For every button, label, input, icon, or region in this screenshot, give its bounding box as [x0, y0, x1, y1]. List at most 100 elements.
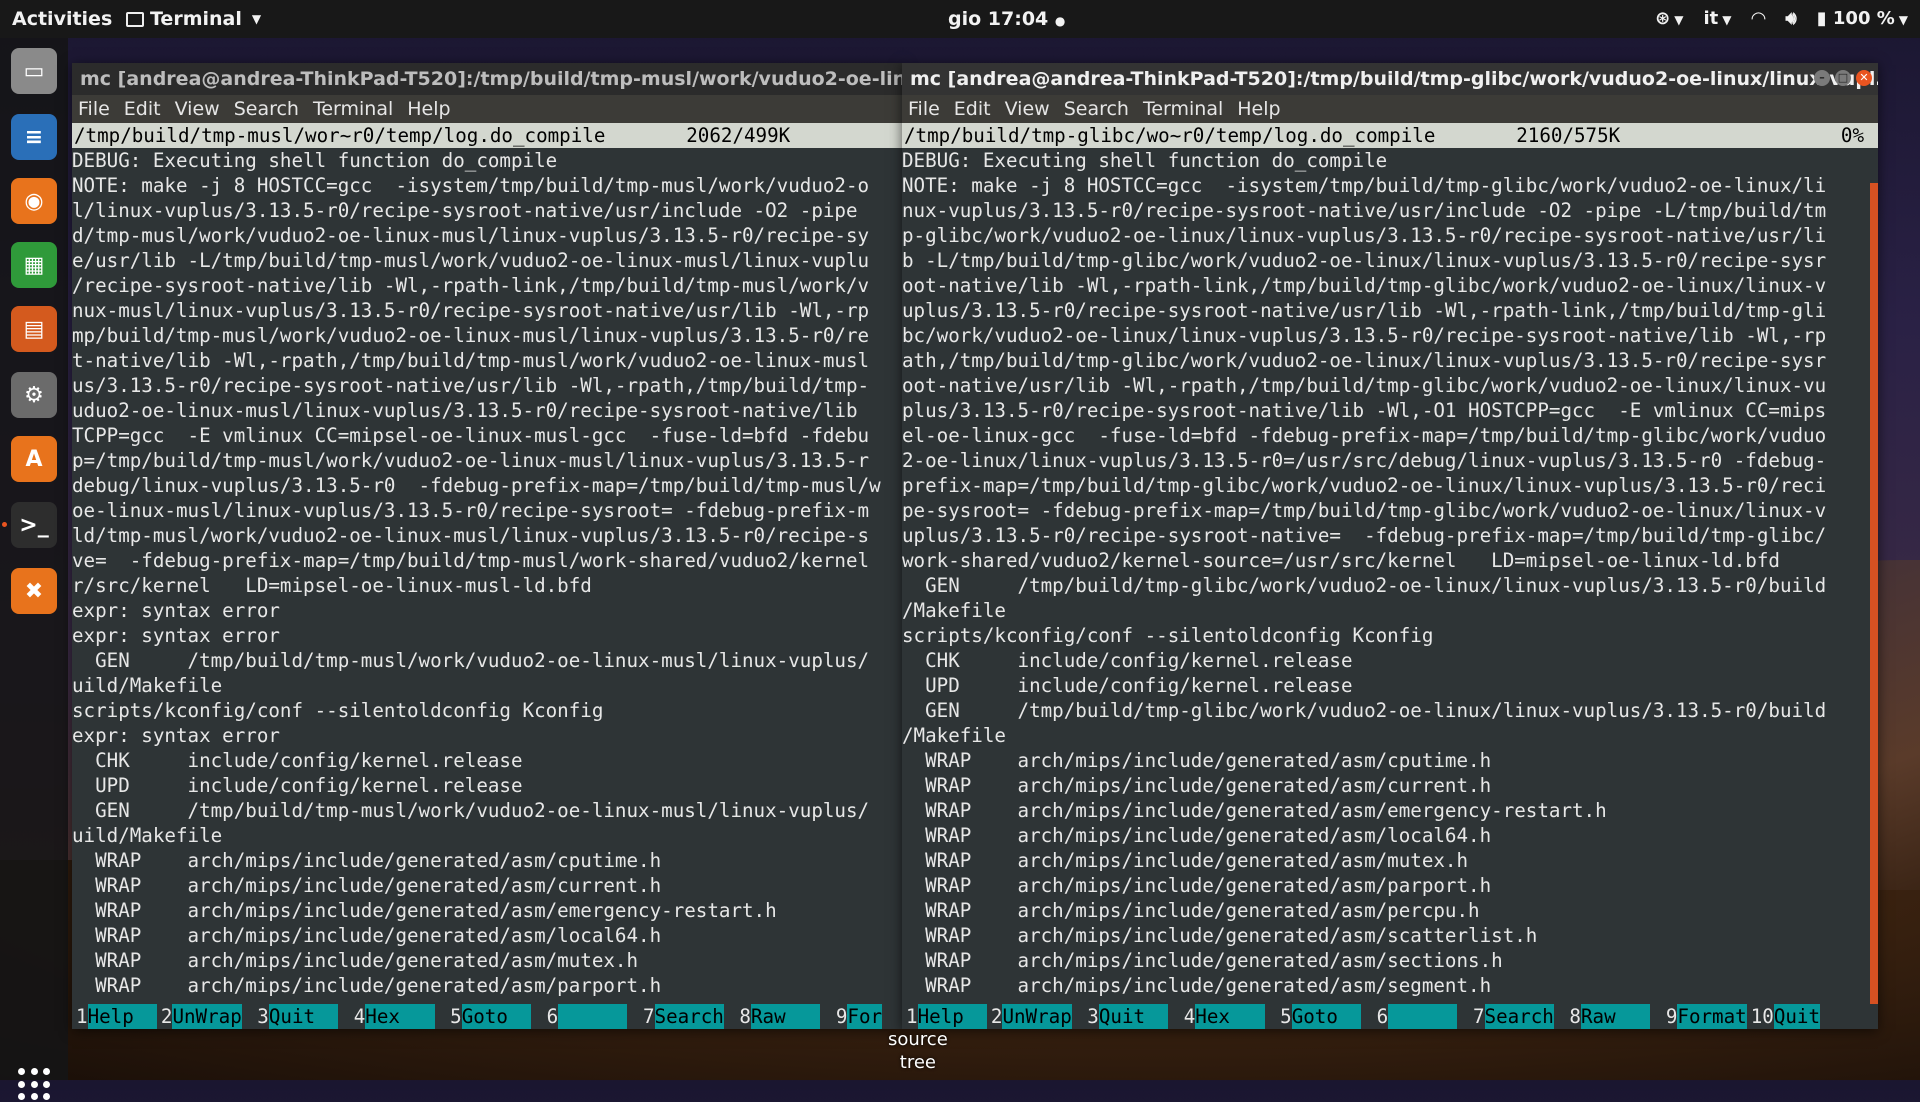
- log-line: WRAP arch/mips/include/generated/asm/mut…: [72, 949, 639, 972]
- top-bar: Activities Terminal ▼ gio 17:04 ● ⊛ ▼ it ▼…: [0, 0, 1920, 38]
- function-key-number: 5: [1268, 1005, 1292, 1028]
- function-key[interactable]: 5 Goto: [435, 1004, 532, 1029]
- function-key[interactable]: 7 Search: [627, 1004, 724, 1029]
- log-line: plus/3.13.5-r0/recipe-sysroot-native/lib…: [902, 399, 1827, 422]
- log-line: scripts/kconfig/conf --silentoldconfig K…: [72, 699, 604, 722]
- function-key[interactable]: 2 UnWrap: [987, 1004, 1072, 1029]
- log-line: WRAP arch/mips/include/generated/asm/per…: [902, 899, 1480, 922]
- close-icon[interactable]: ✕: [1856, 70, 1872, 86]
- terminal-window-right[interactable]: mc [andrea@andrea-ThinkPad-T520]:/tmp/bu…: [902, 63, 1878, 1029]
- window-title[interactable]: mc [andrea@andrea-ThinkPad-T520]:/tmp/bu…: [902, 63, 1878, 95]
- menu-item[interactable]: View: [175, 95, 220, 123]
- function-key[interactable]: 6: [1361, 1004, 1458, 1029]
- software-app-icon[interactable]: A: [11, 436, 57, 482]
- log-line: uild/Makefile: [72, 674, 223, 697]
- function-key[interactable]: 3 Quit: [242, 1004, 339, 1029]
- function-key-label: Quit: [1098, 1004, 1169, 1029]
- status-text: /tmp/build/tmp-musl/wor~r0/temp/log.do_c…: [74, 124, 791, 147]
- function-key-label: Search: [654, 1004, 724, 1029]
- terminal-area[interactable]: /tmp/build/tmp-glibc/wo~r0/temp/log.do_c…: [902, 123, 1878, 1029]
- function-key[interactable]: 8 Raw: [1554, 1004, 1651, 1029]
- window-title[interactable]: mc [andrea@andrea-ThinkPad-T520]:/tmp/bu…: [72, 63, 904, 95]
- minimize-icon[interactable]: –: [1814, 70, 1830, 86]
- log-line: WRAP arch/mips/include/generated/asm/cpu…: [902, 749, 1492, 772]
- log-line: WRAP arch/mips/include/generated/asm/sca…: [902, 924, 1538, 947]
- maximize-icon[interactable]: □: [1835, 70, 1851, 86]
- menu-item[interactable]: Terminal: [1143, 95, 1223, 123]
- menu-item[interactable]: Edit: [954, 95, 991, 123]
- log-line: /recipe-sysroot-native/lib -Wl,-rpath-li…: [72, 274, 870, 297]
- terminal-window-left[interactable]: mc [andrea@andrea-ThinkPad-T520]:/tmp/bu…: [72, 63, 904, 1029]
- system-tray[interactable]: ⊛ ▼ it ▼ ◠ 🔊︎ ▮ 100 % ▼: [1655, 8, 1908, 29]
- volume-icon[interactable]: 🔊︎: [1785, 8, 1796, 29]
- clock[interactable]: gio 17:04 ●: [948, 8, 1065, 30]
- menu-item[interactable]: Help: [1237, 95, 1280, 123]
- menu-item[interactable]: Edit: [124, 95, 161, 123]
- activities-button[interactable]: Activities: [12, 8, 112, 30]
- function-key-label: Raw: [750, 1004, 821, 1029]
- function-key[interactable]: 2 UnWrap: [157, 1004, 242, 1029]
- menu-bar: File Edit View Search Terminal Help: [902, 95, 1878, 123]
- function-key-number: 9: [1654, 1005, 1678, 1028]
- function-key-number: 8: [727, 1005, 751, 1028]
- show-applications-icon[interactable]: [18, 1068, 52, 1102]
- writer-app-icon[interactable]: ≡: [11, 114, 57, 160]
- language-label: it: [1703, 8, 1719, 29]
- log-line: d/tmp-musl/work/vuduo2-oe-linux-musl/lin…: [72, 224, 870, 247]
- tooltip-line: source: [888, 1029, 948, 1050]
- log-line: oot-native/lib -Wl,-rpath-link,/tmp/buil…: [902, 274, 1827, 297]
- battery-indicator[interactable]: ▮ 100 % ▼: [1817, 8, 1908, 29]
- wifi-icon[interactable]: ◠: [1752, 8, 1766, 29]
- log-line: expr: syntax error: [72, 624, 280, 647]
- function-key-label: Raw: [1580, 1004, 1651, 1029]
- log-line: NOTE: make -j 8 HOSTCC=gcc -isystem/tmp/…: [72, 174, 870, 197]
- function-key-label: Hex: [1195, 1004, 1265, 1029]
- function-key[interactable]: 3 Quit: [1072, 1004, 1169, 1029]
- function-key[interactable]: 1 Help: [902, 1004, 987, 1029]
- language-indicator[interactable]: it ▼: [1704, 8, 1732, 29]
- function-key[interactable]: 9 Format: [1650, 1004, 1747, 1029]
- function-key-label: For: [847, 1004, 883, 1029]
- menu-item[interactable]: Help: [407, 95, 450, 123]
- scrollbar[interactable]: [1870, 183, 1878, 1004]
- log-line: WRAP arch/mips/include/generated/asm/cpu…: [72, 849, 662, 872]
- function-key-label: Quit: [1773, 1004, 1821, 1029]
- log-content: DEBUG: Executing shell function do_compi…: [902, 148, 1878, 998]
- log-content: DEBUG: Executing shell function do_compi…: [72, 148, 904, 998]
- function-key[interactable]: 10 Quit: [1747, 1004, 1821, 1029]
- app-menu[interactable]: Terminal ▼: [126, 8, 261, 30]
- function-key[interactable]: 4 Hex: [1168, 1004, 1265, 1029]
- help-app-icon[interactable]: ✖: [11, 568, 57, 614]
- menu-item[interactable]: Search: [1064, 95, 1129, 123]
- accessibility-icon[interactable]: ⊛ ▼: [1655, 8, 1683, 29]
- log-line: DEBUG: Executing shell function do_compi…: [72, 149, 558, 172]
- function-key[interactable]: 1 Help: [72, 1004, 157, 1029]
- files-app-icon[interactable]: ▭: [11, 48, 57, 94]
- function-key[interactable]: 9 For: [820, 1004, 883, 1029]
- menu-item[interactable]: Terminal: [313, 95, 393, 123]
- log-line: /Makefile: [902, 599, 1006, 622]
- impress-app-icon[interactable]: ▤: [11, 306, 57, 352]
- log-line: WRAP arch/mips/include/generated/asm/cur…: [902, 774, 1492, 797]
- calc-app-icon[interactable]: ▦: [11, 242, 57, 288]
- firefox-app-icon[interactable]: ◉: [11, 178, 57, 224]
- log-line: GEN /tmp/build/tmp-musl/work/vuduo2-oe-l…: [72, 649, 870, 672]
- chevron-down-icon: ▼: [1898, 13, 1908, 27]
- function-key-label: UnWrap: [1002, 1004, 1072, 1029]
- settings-app-icon[interactable]: ⚙: [11, 372, 57, 418]
- status-percent: 0%: [1840, 124, 1864, 147]
- menu-item[interactable]: Search: [234, 95, 299, 123]
- terminal-area[interactable]: /tmp/build/tmp-musl/wor~r0/temp/log.do_c…: [72, 123, 904, 1029]
- terminal-app-icon[interactable]: >_: [11, 502, 57, 548]
- function-key[interactable]: 5 Goto: [1265, 1004, 1362, 1029]
- function-key[interactable]: 4 Hex: [338, 1004, 435, 1029]
- function-key[interactable]: 8 Raw: [724, 1004, 821, 1029]
- status-text: /tmp/build/tmp-glibc/wo~r0/temp/log.do_c…: [904, 124, 1621, 147]
- menu-item[interactable]: File: [908, 95, 940, 123]
- log-line: /Makefile: [902, 724, 1006, 747]
- menu-item[interactable]: File: [78, 95, 110, 123]
- function-key[interactable]: 7 Search: [1457, 1004, 1554, 1029]
- function-key[interactable]: 6: [531, 1004, 628, 1029]
- menu-item[interactable]: View: [1005, 95, 1050, 123]
- function-key-number: 8: [1557, 1005, 1581, 1028]
